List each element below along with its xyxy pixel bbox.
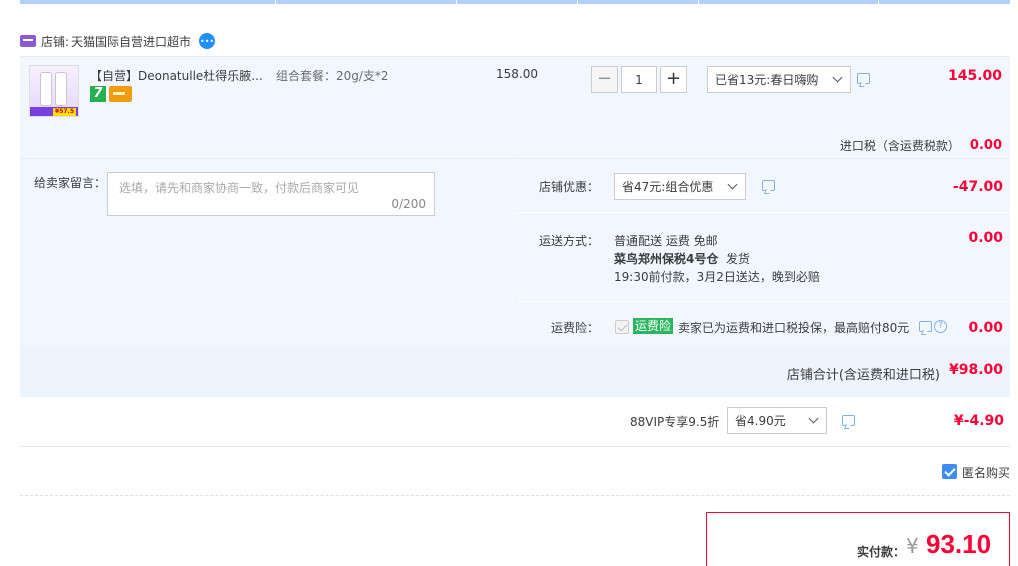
- payment-total-box: 实付款： ¥ 93.10: [706, 512, 1010, 566]
- insurance-comment-icon[interactable]: [919, 321, 932, 332]
- shipping-method: 普通配送 运费 免邮: [614, 234, 718, 248]
- promo-comment-icon[interactable]: [857, 73, 870, 84]
- order-item-row: ¥57.5 【自营】Deonatulle杜得乐腋... 7 组合套餐：20g/支…: [20, 56, 1010, 158]
- chevron-down-icon: [809, 415, 819, 425]
- shop-discount-row: 店铺优惠： 省47元:组合优惠 -47.00: [516, 159, 1010, 211]
- shipping-fee-value: 0.00: [968, 230, 1003, 246]
- anonymous-purchase-label[interactable]: 匿名购买: [962, 464, 1010, 481]
- order-options-right: 店铺优惠： 省47元:组合优惠 -47.00 运送方式： 普通配送 运费 免邮 …: [516, 159, 1010, 345]
- product-title-link[interactable]: 【自营】Deonatulle杜得乐腋...: [90, 67, 265, 84]
- vip-discount-row: 88VIP专享9.5折 省4.90元 ¥-4.90: [20, 397, 1010, 447]
- payment-total-label: 实付款：: [857, 545, 906, 559]
- product-bottle-image: [40, 72, 52, 106]
- discount-comment-icon[interactable]: [762, 180, 775, 191]
- shop-total-row: 店铺合计(含运费和进口税) ¥98.00: [20, 345, 1010, 397]
- header-divider: [698, 0, 699, 4]
- vip-discount-select[interactable]: 省4.90元: [727, 407, 827, 434]
- seller-message-label: 给卖家留言：: [34, 176, 107, 190]
- seller-message-input[interactable]: 选填，请先和商家协商一致，付款后商家可见 0/200: [107, 172, 435, 216]
- shipping-warehouse: 菜鸟郑州保税4号仓: [614, 252, 719, 266]
- item-promo-select[interactable]: 已省13元:春日嗨购: [707, 66, 851, 93]
- table-header-bar: [20, 0, 1010, 4]
- quantity-minus-button[interactable]: −: [591, 66, 618, 93]
- seller-message-char-count: 0/200: [391, 197, 426, 211]
- shop-discount-value: -47.00: [952, 179, 1003, 195]
- shipping-warehouse-line: 菜鸟郑州保税4号仓 发货: [614, 250, 820, 268]
- delivery-promise: 19:30前付款，3月2日送达，晚到必赔: [614, 270, 820, 284]
- shop-discount-select[interactable]: 省47元:组合优惠: [614, 173, 746, 200]
- header-divider: [878, 0, 879, 4]
- seller-message-pane: 给卖家留言： 选填，请先和商家协商一致，付款后商家可见 0/200: [20, 159, 515, 345]
- shop-discount-select-value: 省47元:组合优惠: [622, 180, 714, 194]
- anonymous-purchase-checkbox[interactable]: [942, 464, 957, 479]
- shipping-label: 运送方式：: [539, 234, 600, 248]
- shop-total-value: ¥98.00: [948, 362, 1003, 378]
- vip-comment-icon[interactable]: [842, 415, 855, 426]
- shipping-insurance-checkbox: [615, 320, 629, 334]
- import-tax-line: 进口税（含运费税款） 0.00: [840, 137, 1002, 154]
- shop-discount-label: 店铺优惠：: [539, 180, 600, 194]
- quantity-plus-button[interactable]: +: [660, 66, 687, 93]
- wangwang-chat-icon[interactable]: •••: [199, 33, 216, 49]
- shipping-warehouse-suffix: 发货: [718, 252, 750, 266]
- item-promo-select-value: 已省13元:春日嗨购: [715, 73, 819, 87]
- shipping-row: 运送方式： 普通配送 运费 免邮 菜鸟郑州保税4号仓 发货 19:30前付款，3…: [516, 212, 1010, 300]
- shop-header: 店铺: 天猫国际自营进口超市 •••: [20, 31, 216, 51]
- product-bottle-image: [55, 72, 67, 106]
- shipping-insurance-tag: 运费险: [633, 318, 674, 334]
- shipping-insurance-text: 卖家已为运费和进口税投保，最高赔付80元: [678, 321, 910, 335]
- payment-total-value: 93.10: [926, 529, 992, 559]
- vip-discount-select-value: 省4.90元: [735, 414, 786, 428]
- thumbnail-price-tag: ¥57.5: [53, 108, 76, 116]
- product-sku: 组合套餐：20g/支*2: [276, 69, 389, 83]
- unit-price: 158.00: [496, 67, 538, 81]
- shop-label: 店铺:: [41, 34, 70, 49]
- tmall-shop-icon: [20, 35, 36, 47]
- chevron-down-icon: [728, 181, 738, 191]
- vip-discount-value: ¥-4.90: [953, 413, 1004, 429]
- order-options-panel: 给卖家留言： 选填，请先和商家协商一致，付款后商家可见 0/200 店铺优惠： …: [20, 158, 1010, 397]
- header-divider: [275, 0, 276, 4]
- chevron-down-icon: [833, 74, 843, 84]
- anonymous-purchase-row: 匿名购买: [20, 448, 1010, 496]
- shop-total-label: 店铺合计(含运费和进口税): [786, 368, 940, 383]
- item-subtotal: 145.00: [947, 68, 1002, 84]
- vip-discount-label: 88VIP专享9.5折: [630, 415, 720, 429]
- shipping-insurance-label: 运费险：: [551, 321, 600, 335]
- payment-currency-symbol: ¥: [906, 534, 919, 558]
- import-tax-label: 进口税（含运费税款）: [839, 139, 960, 153]
- header-divider: [456, 0, 457, 4]
- product-thumbnail[interactable]: ¥57.5: [29, 65, 79, 117]
- seller-message-placeholder: 选填，请先和商家协商一致，付款后商家可见: [119, 181, 360, 195]
- service-badges: 7: [90, 86, 132, 102]
- help-icon[interactable]: ?: [934, 320, 947, 333]
- quantity-stepper: − 1 +: [591, 66, 687, 94]
- shipping-insurance-value: 0.00: [968, 320, 1003, 336]
- quantity-input[interactable]: 1: [621, 66, 657, 93]
- shipping-insurance-row: 运费险： 运费险 卖家已为运费和进口税投保，最高赔付80元 ? 0.00: [516, 301, 1010, 345]
- credit-card-badge: [109, 86, 132, 102]
- shipping-details: 普通配送 运费 免邮 菜鸟郑州保税4号仓 发货 19:30前付款，3月2日送达，…: [614, 232, 820, 286]
- header-divider: [577, 0, 578, 4]
- seven-day-return-badge: 7: [90, 86, 106, 102]
- shop-name-link[interactable]: 天猫国际自营进口超市: [71, 33, 191, 50]
- import-tax-value: 0.00: [969, 138, 1002, 153]
